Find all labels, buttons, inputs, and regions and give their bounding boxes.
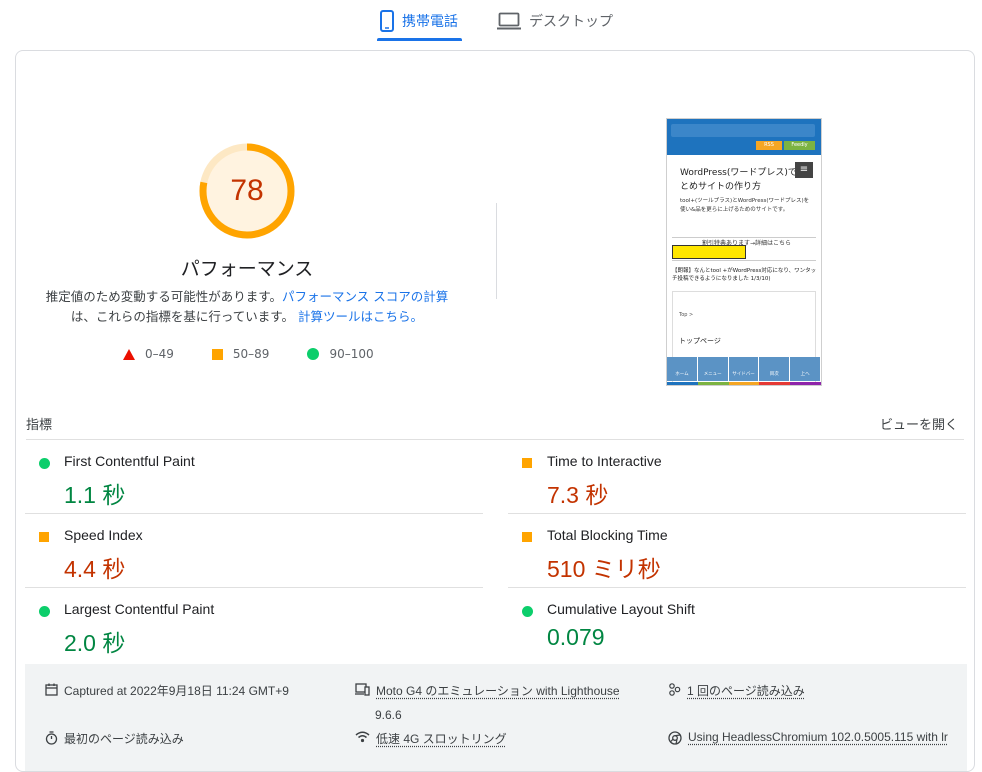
browser-text: Using HeadlessChromium 102.0.5005.115 wi… bbox=[688, 730, 948, 744]
site-title: WordPress(ワードプレス)でまとめサイトの作り方 bbox=[680, 168, 806, 192]
metric-name: Largest Contentful Paint bbox=[64, 601, 215, 617]
section-divider bbox=[496, 203, 497, 299]
metric-cls: Cumulative Layout Shift 0.079 bbox=[508, 588, 966, 661]
average-square-icon bbox=[211, 348, 223, 360]
page-loads-info[interactable]: 1 回のページ読み込み bbox=[668, 682, 805, 699]
metric-value: 0.079 bbox=[547, 624, 605, 650]
desc-text-1: 推定値のため変動する可能性があります。 bbox=[45, 289, 283, 304]
page-loads-text: 1 回のページ読み込み bbox=[687, 684, 805, 698]
devices-icon bbox=[355, 683, 370, 696]
metrics-label: 指標 bbox=[26, 418, 53, 433]
nav-toc: 目次 bbox=[759, 357, 791, 381]
metrics-header: 指標 ビューを開く bbox=[26, 411, 964, 440]
performance-description: 推定値のため変動する可能性があります。パフォーマンス スコアの計算 は、これらの… bbox=[31, 287, 463, 327]
phone-icon bbox=[380, 10, 394, 32]
good-circle-icon bbox=[307, 348, 320, 360]
site-note: 【朗報】なんとtool +がWordPress対応になり、ワンタッチ投稿できるよ… bbox=[672, 268, 817, 282]
metric-name: Speed Index bbox=[64, 527, 143, 543]
legend-average: 50–89 bbox=[211, 347, 270, 361]
rss-button: RSS bbox=[756, 141, 782, 150]
metric-fcp: First Contentful Paint 1.1 秒 bbox=[25, 440, 483, 514]
report-card: 78 パフォーマンス 推定値のため変動する可能性があります。パフォーマンス スコ… bbox=[15, 50, 975, 772]
metric-value: 2.0 秒 bbox=[64, 630, 126, 656]
device-tabs: 携帯電話 デスクトップ bbox=[0, 0, 982, 42]
chrome-icon bbox=[668, 731, 682, 745]
nav-top: 上へ bbox=[790, 357, 821, 381]
metric-tbt: Total Blocking Time 510 ミリ秒 bbox=[508, 514, 966, 588]
active-tab-indicator bbox=[377, 38, 462, 41]
site-search-bar bbox=[671, 124, 815, 137]
page-loads-icon bbox=[669, 683, 681, 696]
metric-name: First Contentful Paint bbox=[64, 453, 195, 469]
initial-load-info: 最初のページ読み込み bbox=[45, 730, 184, 747]
tab-desktop[interactable]: デスクトップ bbox=[497, 6, 613, 36]
page-screenshot[interactable]: RSS Feedly WordPress(ワードプレス)でまとめサイトの作り方 … bbox=[666, 118, 822, 386]
metric-name: Total Blocking Time bbox=[547, 527, 668, 543]
initial-load-text: 最初のページ読み込み bbox=[64, 732, 184, 746]
site-subtitle: tool+(ツールプラス)とWordPress(ワードプレス)を使い&品を更らに… bbox=[680, 198, 810, 213]
yellow-ad-image bbox=[672, 245, 746, 259]
calculator-link[interactable]: 計算ツールはこちら。 bbox=[298, 309, 423, 324]
metric-value: 510 ミリ秒 bbox=[547, 556, 661, 582]
throttling-text: 低速 4G スロットリング bbox=[376, 732, 507, 746]
legend-good: 90–100 bbox=[307, 347, 374, 361]
feedly-button: Feedly bbox=[784, 141, 815, 150]
expand-view-toggle[interactable]: ビューを開く bbox=[880, 414, 958, 433]
legend-poor-label: 0–49 bbox=[145, 347, 174, 361]
device-info[interactable]: Moto G4 のエミュレーション with Lighthouse bbox=[355, 682, 620, 699]
timer-icon bbox=[45, 731, 58, 745]
metric-tti: Time to Interactive 7.3 秒 bbox=[508, 440, 966, 514]
calendar-icon bbox=[45, 683, 58, 696]
nav-menu: メニュー bbox=[697, 357, 729, 381]
average-square-icon bbox=[522, 532, 532, 542]
captured-text: Captured at 2022年9月18日 11:24 GMT+9 bbox=[64, 684, 289, 698]
tab-mobile[interactable]: 携帯電話 bbox=[380, 6, 458, 36]
runtime-settings: Captured at 2022年9月18日 11:24 GMT+9 Moto … bbox=[25, 664, 967, 771]
metric-value: 4.4 秒 bbox=[64, 556, 126, 582]
average-square-icon bbox=[39, 532, 49, 542]
captured-info: Captured at 2022年9月18日 11:24 GMT+9 bbox=[45, 682, 289, 699]
site-breadcrumb: Top > bbox=[679, 312, 694, 318]
metric-name: Cumulative Layout Shift bbox=[547, 601, 695, 617]
metric-lcp: Largest Contentful Paint 2.0 秒 bbox=[25, 588, 483, 661]
device-text: Moto G4 のエミュレーション with Lighthouse bbox=[376, 684, 620, 698]
nav-sidebar: サイドバー bbox=[728, 357, 760, 381]
metric-speed-index: Speed Index 4.4 秒 bbox=[25, 514, 483, 588]
nav-home: ホーム bbox=[667, 357, 698, 381]
average-square-icon bbox=[522, 458, 532, 468]
good-circle-icon bbox=[522, 606, 533, 617]
hamburger-menu-icon: ≡ bbox=[795, 162, 813, 178]
wifi-icon bbox=[355, 731, 370, 743]
tab-desktop-label: デスクトップ bbox=[529, 14, 613, 30]
good-circle-icon bbox=[39, 458, 50, 469]
good-circle-icon bbox=[39, 606, 50, 617]
poor-triangle-icon bbox=[123, 348, 135, 360]
laptop-icon bbox=[497, 12, 521, 30]
score-calc-link[interactable]: パフォーマンス スコアの計算 bbox=[282, 289, 448, 304]
nav-color-bars bbox=[667, 382, 821, 385]
legend-average-label: 50–89 bbox=[232, 347, 270, 361]
tab-mobile-label: 携帯電話 bbox=[402, 14, 458, 30]
legend-poor: 0–49 bbox=[123, 347, 174, 361]
site-bottom-nav: ホーム メニュー サイドバー 目次 上へ bbox=[667, 357, 821, 381]
site-page-title: トップページ bbox=[679, 337, 721, 345]
legend-good-label: 90–100 bbox=[329, 347, 374, 361]
metric-name: Time to Interactive bbox=[547, 453, 662, 469]
score-legend: 0–49 50–89 90–100 bbox=[123, 347, 412, 361]
site-header: RSS Feedly bbox=[667, 119, 821, 155]
lighthouse-version: 9.6.6 bbox=[375, 708, 402, 722]
metric-value: 1.1 秒 bbox=[64, 482, 126, 508]
performance-title: パフォーマンス bbox=[180, 258, 314, 280]
metric-value: 7.3 秒 bbox=[547, 482, 609, 508]
performance-score: 78 bbox=[230, 174, 264, 207]
throttling-info[interactable]: 低速 4G スロットリング bbox=[355, 730, 507, 747]
performance-gauge: 78 bbox=[199, 143, 295, 239]
browser-info[interactable]: Using HeadlessChromium 102.0.5005.115 wi… bbox=[668, 730, 948, 745]
desc-text-2: は、これらの指標を基に行っています。 bbox=[70, 309, 295, 324]
